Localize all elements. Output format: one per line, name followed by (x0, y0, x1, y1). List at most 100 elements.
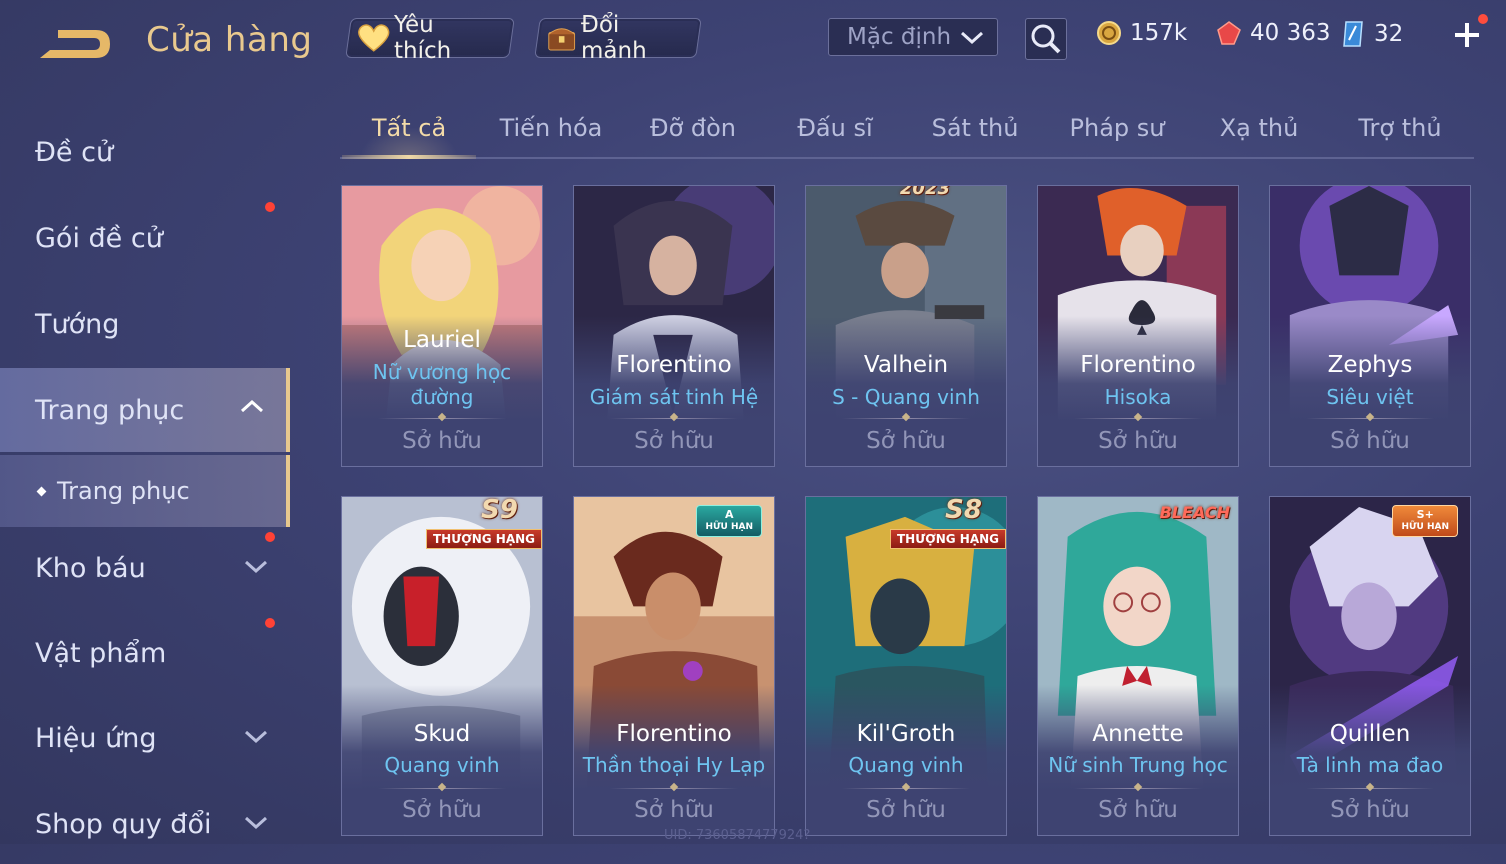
card-divider (1306, 788, 1434, 789)
tab-assassin[interactable]: Sát thủ (906, 105, 1044, 157)
gold-currency: 157k (1096, 20, 1187, 46)
skin-card[interactable]: BLEACH Annette Nữ sinh Trung học Sở hữu (1037, 496, 1239, 836)
card-divider (378, 418, 506, 419)
skin-name: S - Quang vinh (832, 385, 980, 409)
treasure-chest-icon (548, 28, 576, 51)
card-divider (1074, 788, 1202, 789)
tab-marksman[interactable]: Xạ thủ (1190, 105, 1328, 157)
owned-label: Sở hữu (1098, 797, 1178, 823)
card-divider (610, 418, 738, 419)
search-icon (1031, 24, 1061, 54)
ruby-amount: 40 363 (1250, 20, 1331, 46)
sidebar-item-exchange-shop[interactable]: Shop quy đổi (0, 784, 290, 864)
sidebar-item-effects[interactable]: Hiệu ứng (0, 698, 290, 778)
favorite-button[interactable]: Yêu thích (345, 12, 515, 64)
sidebar-item-label: Shop quy đổi (35, 808, 212, 840)
tab-fighter[interactable]: Đấu sĩ (766, 105, 904, 157)
owned-label: Sở hữu (1330, 428, 1410, 454)
sidebar-item-heroes[interactable]: Tướng (0, 284, 290, 364)
sidebar-item-items[interactable]: Vật phẩm (0, 613, 290, 693)
owned-label: Sở hữu (402, 797, 482, 823)
skin-name: Nữ vương học đường (372, 360, 512, 409)
skin-card[interactable]: 2023 Valhein S - Quang vinh Sở hữu (805, 185, 1007, 467)
sidebar-item-label: Đề cử (35, 136, 114, 168)
skin-card[interactable]: Florentino Giám sát tinh Hệ Sở hữu (573, 185, 775, 467)
hero-name: Florentino (616, 721, 732, 747)
skin-card[interactable]: Florentino Hisoka Sở hữu (1037, 185, 1239, 467)
top-bar: Cửa hàng Yêu thích Đổi mảnh Mặc định 157… (0, 0, 1506, 80)
exchange-shards-button[interactable]: Đổi mảnh (534, 12, 702, 64)
tab-support[interactable]: Trợ thủ (1331, 105, 1469, 157)
rank-season-badge: S8 (945, 496, 982, 525)
skin-card[interactable]: Lauriel Nữ vương học đường Sở hữu (341, 185, 543, 467)
card-divider (1074, 418, 1202, 419)
skin-name: Tà linh ma đao (1296, 753, 1444, 777)
sidebar-item-label: Gói đề cử (35, 222, 163, 254)
notification-dot (265, 202, 275, 212)
card-divider (842, 418, 970, 419)
hero-name: Kil'Groth (856, 721, 956, 747)
rank-tag: THƯỢNG HẠNG (889, 529, 1006, 549)
skin-name: Hisoka (1104, 385, 1172, 409)
exchange-label: Đổi mảnh (581, 12, 648, 64)
hero-name: Florentino (616, 352, 732, 378)
voucher-icon (1343, 21, 1363, 47)
bullet-diamond-icon (36, 486, 47, 496)
skin-card[interactable]: S+ HỮU HẠN Quillen Tà linh ma đao Sở hữu (1269, 496, 1471, 836)
voucher-currency: 32 (1340, 20, 1403, 48)
limited-badge-label: HỮU HẠN (1401, 522, 1449, 532)
tab-tank[interactable]: Đỡ đòn (624, 105, 762, 157)
chevron-down-icon (960, 31, 984, 45)
hero-name: Zephys (1327, 352, 1413, 378)
heart-icon (358, 24, 390, 52)
limited-badge: A HỮU HẠN (696, 505, 762, 537)
sort-value: Mặc định (847, 24, 952, 50)
hero-name: Lauriel (403, 327, 481, 353)
sort-dropdown[interactable]: Mặc định (828, 18, 998, 56)
sidebar-subitem-skins[interactable]: Trang phục (0, 455, 290, 527)
collab-badge: BLEACH (1159, 503, 1230, 522)
user-id: UID: 7360587477924? (664, 828, 811, 843)
skin-name: Quang vinh (384, 753, 500, 777)
skin-card[interactable]: S8 THƯỢNG HẠNG Kil'Groth Quang vinh Sở h… (805, 496, 1007, 836)
notification-dot (265, 532, 275, 542)
skin-card[interactable]: A HỮU HẠN Florentino Thần thoại Hy Lạp S… (573, 496, 775, 836)
card-divider (610, 788, 738, 789)
chevron-down-icon (244, 730, 268, 744)
owned-label: Sở hữu (634, 428, 714, 454)
owned-label: Sở hữu (866, 428, 946, 454)
notification-dot (265, 618, 275, 628)
skin-card[interactable]: Zephys Siêu việt Sở hữu (1269, 185, 1471, 467)
sidebar-item-featured[interactable]: Đề cử (0, 112, 290, 192)
sidebar-item-skins[interactable]: Trang phục (0, 368, 290, 452)
limited-badge-grade: A (724, 508, 734, 521)
tab-mage[interactable]: Pháp sư (1048, 105, 1186, 157)
page-title: Cửa hàng (146, 20, 313, 60)
category-tabs: Tất cả Tiến hóa Đỡ đòn Đấu sĩ Sát thủ Ph… (340, 105, 1474, 159)
owned-label: Sở hữu (866, 797, 946, 823)
owned-label: Sở hữu (1330, 797, 1410, 823)
sidebar-item-featured-packs[interactable]: Gói đề cử (0, 198, 290, 278)
tab-evolution[interactable]: Tiến hóa (482, 105, 620, 157)
back-arrow-icon (40, 30, 110, 58)
plus-icon (1455, 23, 1479, 47)
year-tag: 2023 (899, 185, 950, 199)
skin-name: Siêu việt (1326, 385, 1414, 409)
tab-all[interactable]: Tất cả (340, 105, 478, 159)
limited-badge-label: HỮU HẠN (705, 522, 753, 532)
back-button[interactable] (36, 24, 114, 64)
skin-card[interactable]: S9 THƯỢNG HẠNG Skud Quang vinh Sở hữu (341, 496, 543, 836)
search-button[interactable] (1025, 18, 1067, 60)
chevron-down-icon (244, 816, 268, 830)
chevron-down-icon (244, 560, 268, 574)
rank-tag: THƯỢNG HẠNG (425, 529, 542, 549)
gold-coin-icon (1097, 21, 1121, 45)
sidebar-item-label: Trang phục (57, 477, 190, 505)
skin-name: Nữ sinh Trung học (1048, 753, 1228, 777)
hero-name: Quillen (1329, 721, 1411, 747)
hero-name: Skud (413, 721, 471, 747)
owned-label: Sở hữu (634, 797, 714, 823)
sidebar-item-treasure[interactable]: Kho báu (0, 528, 290, 608)
hero-name: Annette (1092, 721, 1184, 747)
top-up-button[interactable] (1452, 14, 1488, 50)
